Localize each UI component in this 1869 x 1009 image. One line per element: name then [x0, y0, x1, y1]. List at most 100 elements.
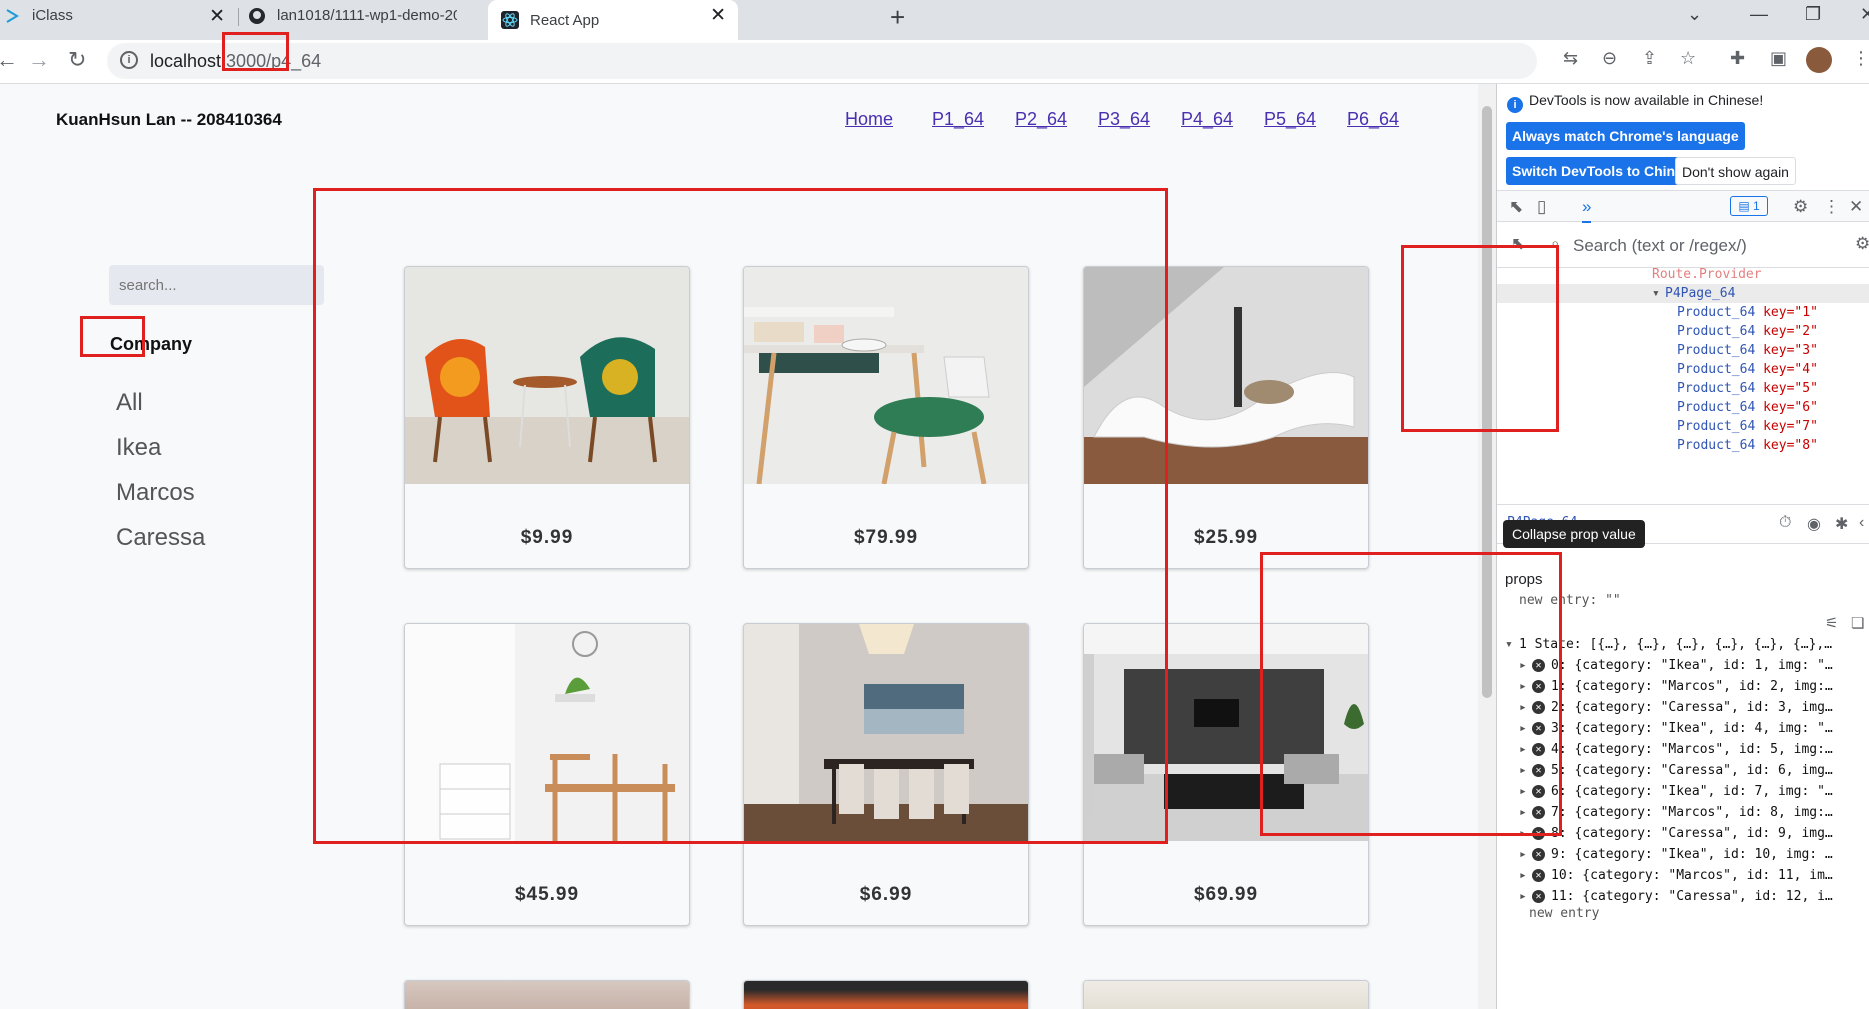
- nav-home[interactable]: Home: [845, 109, 893, 130]
- state-row-text: 1: {category: "Marcos", id: 2, img:…: [1551, 679, 1833, 694]
- state-row-text: 4: {category: "Marcos", id: 5, img:…: [1551, 742, 1833, 757]
- tab-github[interactable]: lan1018/1111-wp1-demo-208: [247, 0, 484, 31]
- nav-p4[interactable]: P4_64: [1181, 109, 1233, 130]
- minimize-icon[interactable]: —: [1750, 4, 1768, 25]
- edit-wand-icon[interactable]: ⚟: [1825, 614, 1838, 632]
- triangle-right-icon: ▸: [1519, 868, 1527, 883]
- settings-gear-icon[interactable]: ⚙: [1855, 234, 1869, 254]
- product-image: [405, 981, 689, 1009]
- translate-icon[interactable]: ⇆: [1563, 48, 1578, 69]
- product-card[interactable]: [743, 980, 1029, 1009]
- tab-react-app[interactable]: React App ✕: [488, 0, 738, 40]
- tree-row[interactable]: Product_64 key="6": [1677, 398, 1869, 417]
- state-row-text: 0: {category: "Ikea", id: 1, img: "…: [1551, 658, 1833, 673]
- stopwatch-icon[interactable]: ⏱: [1779, 514, 1791, 532]
- omnibox[interactable]: i localhost:3000/p4_64: [107, 43, 1537, 79]
- close-icon[interactable]: ✕: [710, 4, 726, 27]
- state-row-text: 3: {category: "Ikea", id: 4, img: "…: [1551, 721, 1833, 736]
- issues-badge[interactable]: ▤ 1: [1730, 196, 1768, 216]
- tree-node-product: Product_64: [1677, 324, 1756, 339]
- product-price: $45.99: [514, 884, 580, 905]
- tree-row[interactable]: Product_64 key="1": [1677, 303, 1869, 322]
- zoom-icon[interactable]: ⊖: [1602, 48, 1617, 69]
- copy-icon[interactable]: ❏: [1851, 614, 1864, 632]
- tree-node-product: Product_64: [1677, 381, 1756, 396]
- state-row-text: 7: {category: "Marcos", id: 8, img:…: [1551, 805, 1833, 820]
- forward-icon[interactable]: →: [28, 47, 50, 73]
- category-all[interactable]: All: [116, 389, 143, 417]
- site-info-icon[interactable]: i: [120, 51, 138, 69]
- tree-node-product: Product_64: [1677, 438, 1756, 453]
- tree-row[interactable]: Product_64 key="8": [1677, 436, 1869, 455]
- product-card[interactable]: [1083, 980, 1369, 1009]
- side-panel-icon[interactable]: ▣: [1770, 48, 1787, 69]
- settings-gear-icon[interactable]: ⚙: [1793, 197, 1808, 217]
- collapse-prop-tooltip: Collapse prop value: [1503, 520, 1645, 548]
- tree-node-product: Product_64: [1677, 343, 1756, 358]
- bookmark-star-icon[interactable]: ☆: [1680, 48, 1696, 69]
- state-row[interactable]: ▸ ✕ 9: {category: "Ikea", id: 10, img: …: [1497, 844, 1869, 865]
- state-header: 1 State: [{…}, {…}, {…}, {…}, {…}, {…},…: [1519, 637, 1833, 652]
- chevron-left-icon[interactable]: ‹: [1859, 514, 1864, 532]
- device-toolbar-icon[interactable]: ▯: [1537, 197, 1546, 217]
- window-close-icon[interactable]: ✕: [1860, 4, 1869, 25]
- back-icon[interactable]: ←: [0, 47, 18, 73]
- avatar[interactable]: [1806, 47, 1832, 73]
- nav-p3[interactable]: P3_64: [1098, 109, 1150, 130]
- triangle-right-icon: ▸: [1519, 889, 1527, 904]
- state-row-text: 5: {category: "Caressa", id: 6, img…: [1551, 763, 1833, 778]
- tree-row[interactable]: Product_64 key="2": [1677, 322, 1869, 341]
- category-ikea[interactable]: Ikea: [116, 434, 161, 462]
- tree-row[interactable]: Product_64 key="3": [1677, 341, 1869, 360]
- extensions-puzzle-icon[interactable]: ✚: [1730, 48, 1745, 69]
- tab-title: iClass: [32, 7, 73, 24]
- devtools-language-notice: i DevTools is now available in Chinese!: [1507, 92, 1763, 113]
- category-caressa[interactable]: Caressa: [116, 524, 205, 552]
- search-input[interactable]: [109, 265, 324, 305]
- bug-icon[interactable]: ✱: [1835, 514, 1848, 534]
- close-devtools-icon[interactable]: ✕: [1849, 197, 1863, 217]
- close-icon[interactable]: ✕: [209, 5, 225, 28]
- state-new-entry[interactable]: new entry: [1529, 906, 1599, 921]
- annotation-box-url: [222, 32, 289, 71]
- nav-p2[interactable]: P2_64: [1015, 109, 1067, 130]
- tree-row-faded[interactable]: Route.Provider: [1652, 265, 1869, 284]
- tab-divider: [238, 8, 239, 26]
- product-price: $69.99: [1193, 884, 1259, 905]
- remove-entry-icon[interactable]: ✕: [1532, 869, 1545, 882]
- tree-node-key: key="4": [1763, 362, 1818, 377]
- more-tabs-icon[interactable]: »: [1582, 197, 1592, 223]
- menu-kebab-icon[interactable]: ⋮: [1852, 48, 1869, 69]
- dont-show-again-button[interactable]: Don't show again: [1675, 157, 1796, 185]
- eye-icon[interactable]: ◉: [1807, 514, 1821, 534]
- nav-p6[interactable]: P6_64: [1347, 109, 1399, 130]
- tab-title: lan1018/1111-wp1-demo-208: [277, 7, 457, 24]
- state-row[interactable]: ▸ ✕ 11: {category: "Caressa", id: 12, i…: [1497, 886, 1869, 907]
- product-card[interactable]: [404, 980, 690, 1009]
- tree-node-product: Product_64: [1677, 362, 1756, 377]
- chevron-down-icon[interactable]: ⌄: [1687, 4, 1702, 25]
- devtools-menu-icon[interactable]: ⋮: [1823, 197, 1840, 217]
- category-marcos[interactable]: Marcos: [116, 479, 195, 507]
- state-row[interactable]: ▸ ✕ 10: {category: "Marcos", id: 11, im…: [1497, 865, 1869, 886]
- devtools-panel: i DevTools is now available in Chinese! A…: [1496, 84, 1869, 1009]
- devtools-toolbar: ⬉ ▯ » ▤ 1 ⚙ ⋮ ✕: [1497, 190, 1869, 223]
- component-search-input[interactable]: Search (text or /regex/): [1573, 236, 1747, 256]
- reload-icon[interactable]: ↻: [68, 47, 86, 73]
- nav-p5[interactable]: P5_64: [1264, 109, 1316, 130]
- always-match-language-button[interactable]: Always match Chrome's language: [1506, 122, 1745, 150]
- tab-iclass[interactable]: iClass ✕: [0, 0, 237, 31]
- tree-row[interactable]: Product_64 key="7": [1677, 417, 1869, 436]
- new-tab-button[interactable]: +: [890, 2, 905, 33]
- tree-row[interactable]: Product_64 key="4": [1677, 360, 1869, 379]
- page-scrollbar[interactable]: [1478, 84, 1496, 1009]
- restore-icon[interactable]: ❐: [1805, 4, 1821, 25]
- share-icon[interactable]: ⇪: [1642, 48, 1657, 69]
- remove-entry-icon[interactable]: ✕: [1532, 890, 1545, 903]
- tree-node-product: Product_64: [1677, 419, 1756, 434]
- remove-entry-icon[interactable]: ✕: [1532, 848, 1545, 861]
- inspect-element-icon[interactable]: ⬉: [1509, 197, 1523, 217]
- nav-p1[interactable]: P1_64: [932, 109, 984, 130]
- state-row-text: 11: {category: "Caressa", id: 12, i…: [1551, 889, 1833, 904]
- tree-row[interactable]: Product_64 key="5": [1677, 379, 1869, 398]
